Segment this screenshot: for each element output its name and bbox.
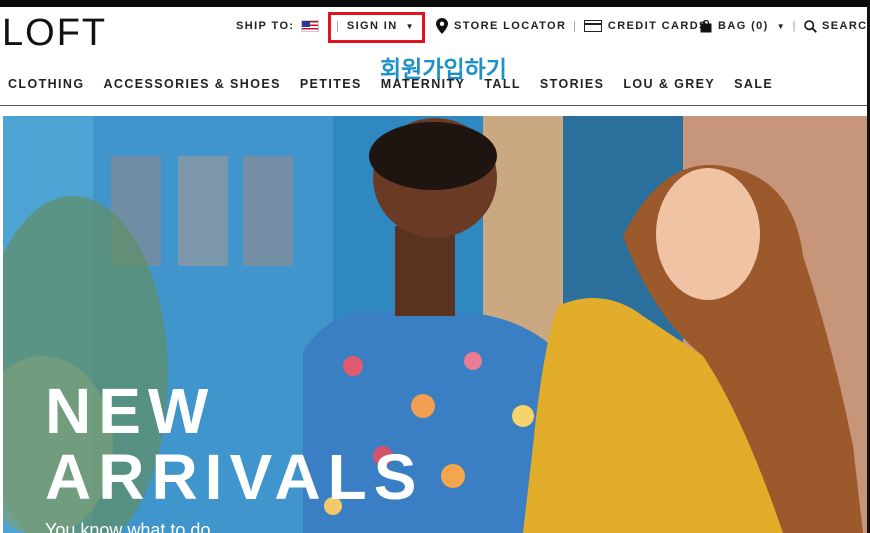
nav-item-lou-grey[interactable]: LOU & GREY: [623, 77, 715, 91]
shopping-bag-button[interactable]: BAG (0) ▼ |: [700, 14, 804, 38]
nav-item-clothing[interactable]: CLOTHING: [8, 77, 84, 91]
us-flag-icon: [301, 20, 320, 32]
divider: |: [573, 20, 576, 32]
hero-title-line2: ARRIVALS: [45, 441, 424, 513]
top-black-strip: [0, 0, 870, 7]
nav-item-maternity[interactable]: MATERNITY: [381, 77, 466, 91]
nav-item-tall[interactable]: TALL: [484, 77, 521, 91]
main-navigation: CLOTHING ACCESSORIES & SHOES PETITES MAT…: [8, 77, 792, 91]
nav-item-petites[interactable]: PETITES: [300, 77, 362, 91]
search-icon: [804, 19, 817, 33]
bag-label: BAG (0): [718, 20, 769, 32]
sign-in-label: SIGN IN: [346, 20, 398, 32]
chevron-down-icon: ▼: [776, 21, 785, 31]
shopping-bag-icon: [700, 19, 712, 32]
store-locator-label: STORE LOCATOR: [454, 20, 567, 32]
loft-logo[interactable]: LOFT: [2, 14, 107, 52]
credit-cards-link[interactable]: | CREDIT CARDS: [573, 14, 708, 38]
map-pin-icon: [436, 18, 448, 34]
chevron-down-icon: ▼: [405, 21, 414, 31]
divider: |: [336, 20, 339, 32]
credit-cards-label: CREDIT CARDS: [607, 20, 708, 32]
nav-item-accessories-shoes[interactable]: ACCESSORIES & SHOES: [103, 77, 280, 91]
credit-card-icon: [583, 20, 602, 32]
hero-subtitle: You know what to do: [45, 520, 211, 533]
hero-banner[interactable]: NEW ARRIVALS You know what to do: [3, 116, 867, 533]
divider: |: [792, 20, 796, 32]
nav-item-sale[interactable]: SALE: [734, 77, 773, 91]
nav-item-stories[interactable]: STORIES: [540, 77, 604, 91]
hero-title: NEW ARRIVALS: [45, 378, 423, 510]
hero-title-line1: NEW: [45, 375, 216, 447]
store-locator-link[interactable]: STORE LOCATOR: [436, 14, 566, 38]
search-button[interactable]: SEARC: [804, 14, 868, 38]
search-label: SEARC: [822, 20, 868, 32]
sign-in-button[interactable]: | SIGN IN ▼: [336, 14, 414, 38]
ship-to-label: SHIP TO:: [236, 20, 295, 32]
nav-divider: [0, 105, 867, 106]
ship-to-selector[interactable]: SHIP TO:: [236, 14, 320, 38]
